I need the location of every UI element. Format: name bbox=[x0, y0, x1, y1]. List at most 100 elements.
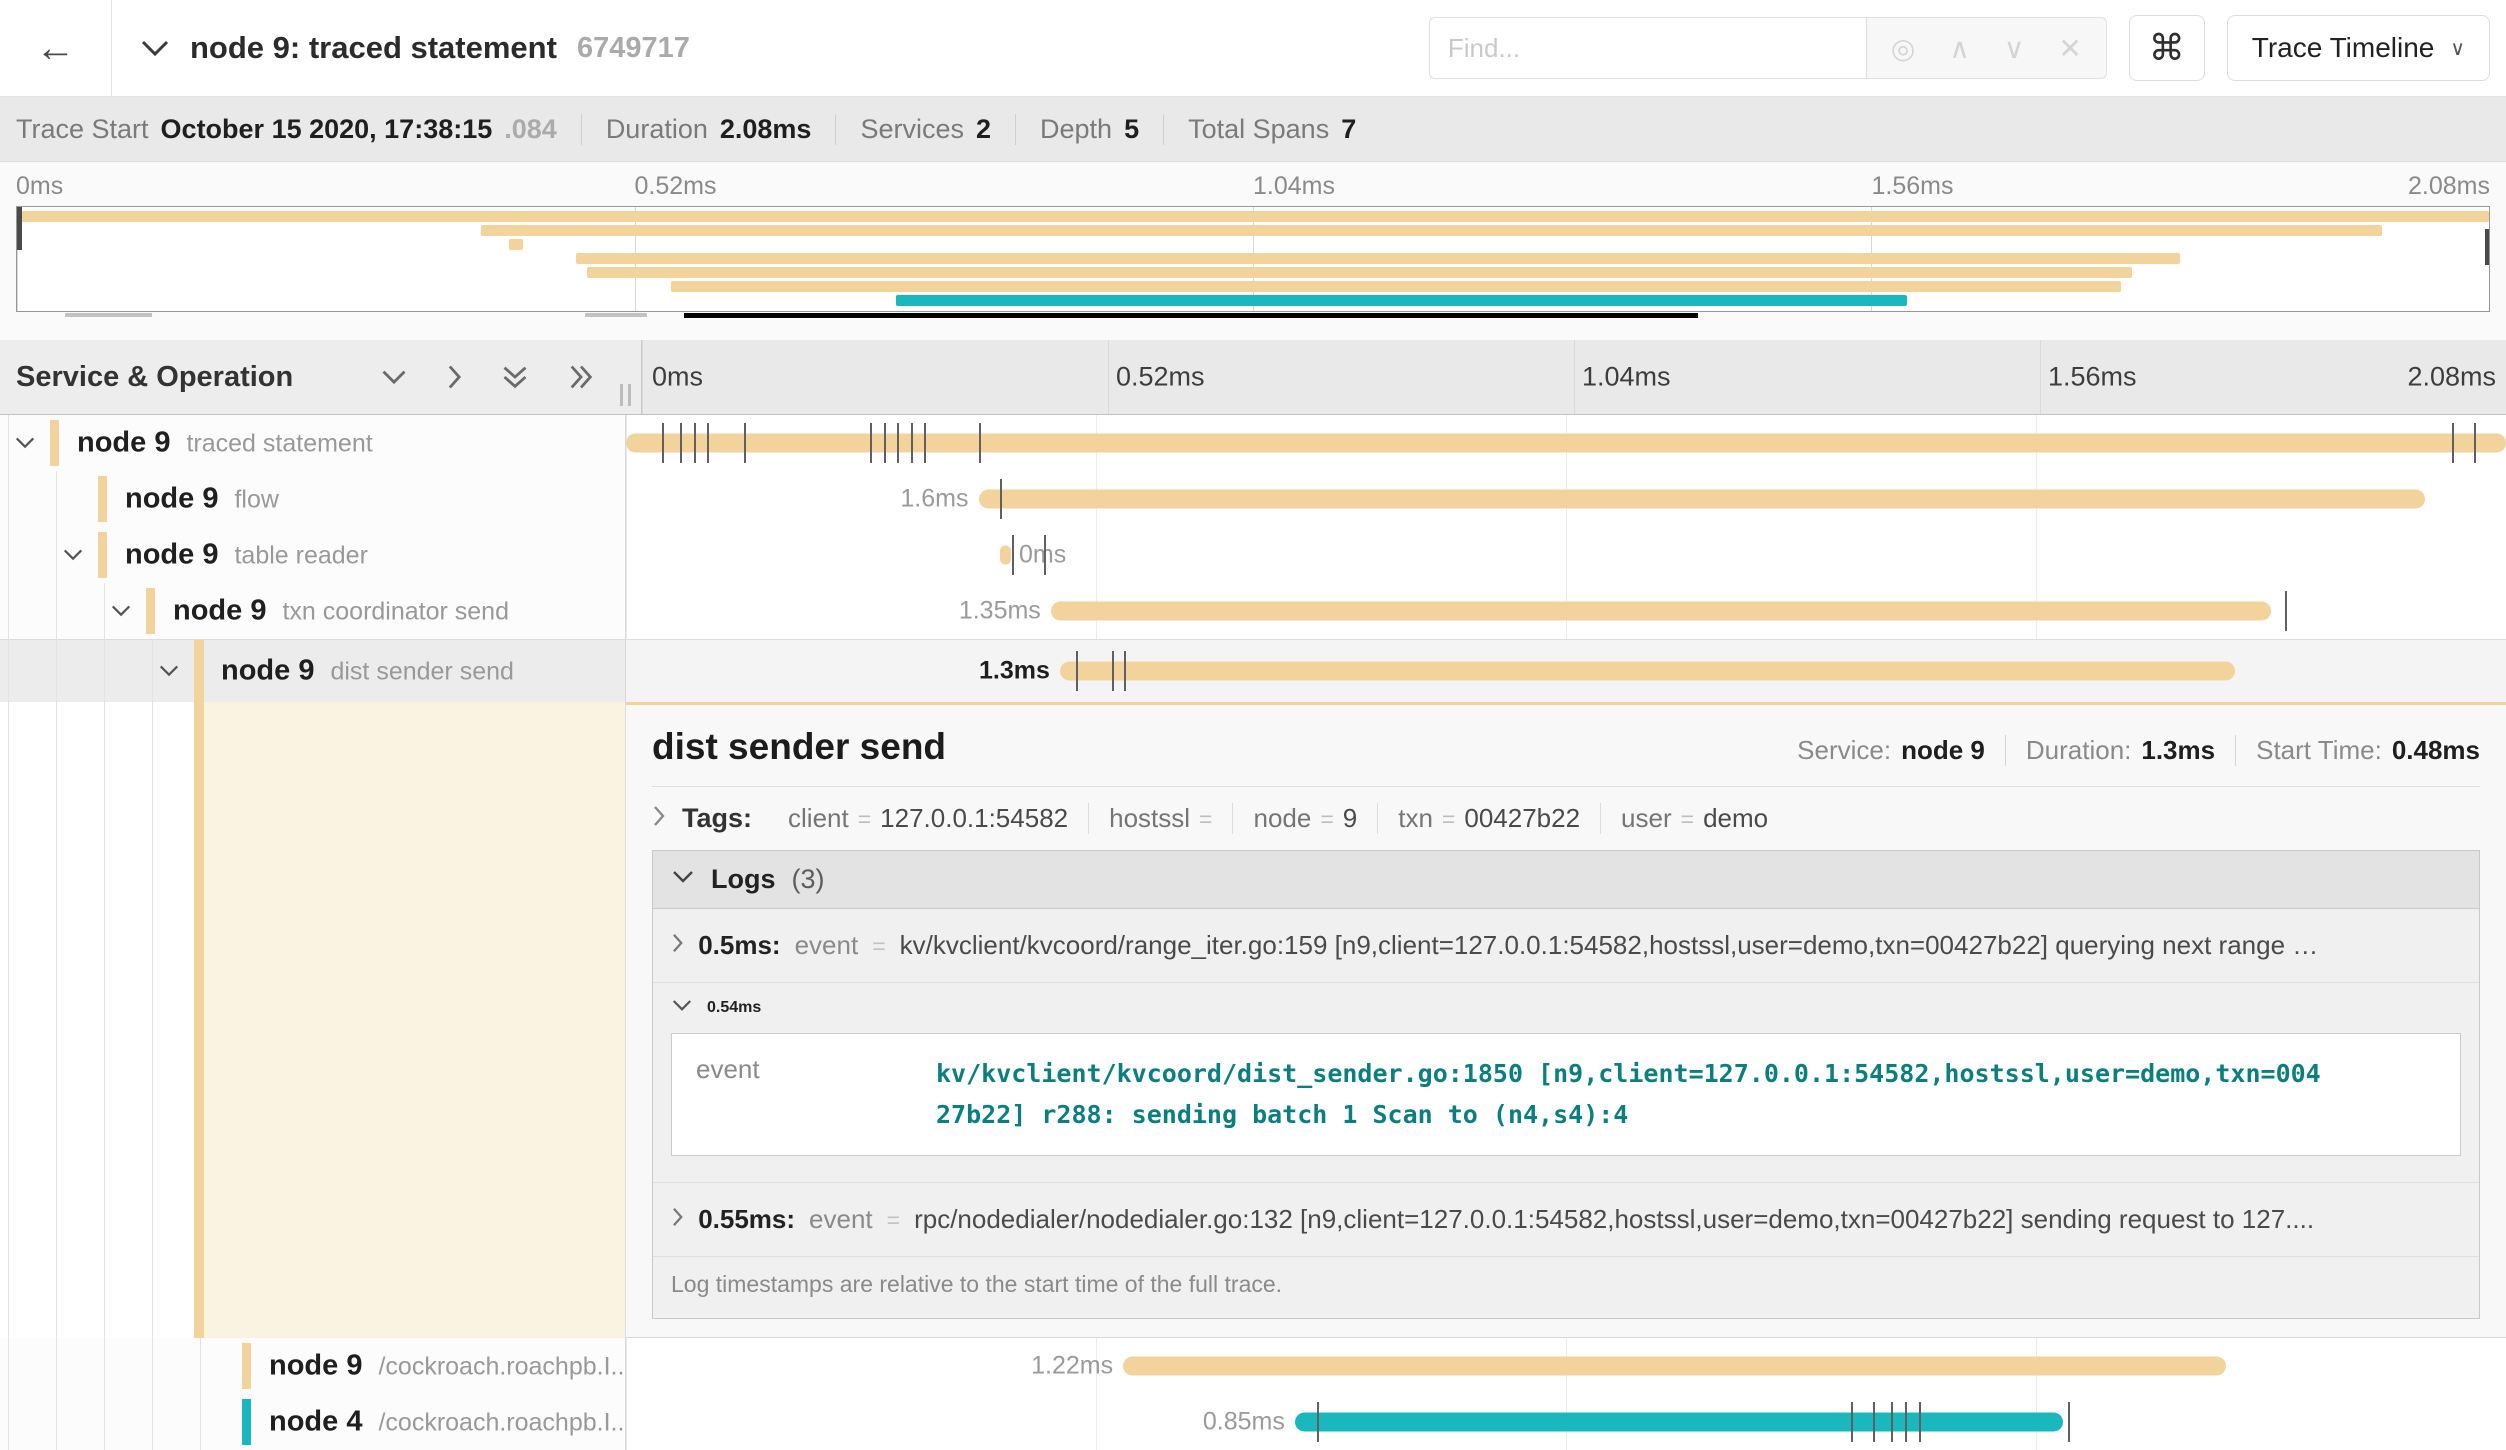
locate-icon[interactable]: ◎ bbox=[1891, 32, 1915, 65]
tag-item: hostssl= bbox=[1089, 803, 1233, 834]
summary-item: Total Spans7 bbox=[1163, 114, 1380, 145]
minimap-span-bar bbox=[896, 295, 1906, 306]
next-icon[interactable]: ∨ bbox=[2004, 32, 2025, 65]
summary-item: Services2 bbox=[835, 114, 1015, 145]
log-timestamp: 0.55ms: bbox=[698, 1204, 795, 1235]
span-row: node 9flow 1.6ms bbox=[0, 471, 2506, 527]
span-log-tick bbox=[1112, 651, 1114, 691]
log-timestamp: 0.54ms bbox=[707, 999, 761, 1017]
span-row-tree-cell[interactable]: node 9dist sender send bbox=[0, 640, 625, 702]
span-detail-row: dist sender send Service:node 9Duration:… bbox=[0, 702, 2506, 1338]
minimap-span-bar bbox=[509, 239, 523, 250]
span-duration-bar[interactable] bbox=[1000, 546, 1011, 565]
minimap-right-drag-handle[interactable] bbox=[2485, 229, 2490, 265]
tag-item: node=9 bbox=[1233, 803, 1378, 834]
prev-icon[interactable]: ∧ bbox=[1949, 32, 1970, 65]
detail-meta-item: Duration:1.3ms bbox=[2005, 735, 2235, 766]
span-color-stripe bbox=[146, 588, 155, 634]
expand-one-icon[interactable] bbox=[446, 363, 463, 391]
span-color-stripe bbox=[50, 420, 59, 466]
detail-meta-value: 0.48ms bbox=[2392, 735, 2480, 766]
span-row-label: node 9flow bbox=[125, 483, 279, 516]
span-row-tree-cell[interactable]: node 9flow bbox=[0, 471, 625, 527]
minimap-canvas[interactable] bbox=[16, 206, 2490, 312]
log-entry-expanded: 0.54mseventkv/kvclient/kvcoord/dist_send… bbox=[653, 983, 2479, 1183]
collapse-all-icon[interactable] bbox=[501, 363, 529, 391]
span-duration-bar[interactable] bbox=[1060, 662, 2235, 681]
span-log-tick bbox=[1873, 1402, 1875, 1442]
equals-sign: = bbox=[858, 806, 871, 833]
detail-meta-item: Service:node 9 bbox=[1777, 735, 2005, 766]
logs-header[interactable]: Logs (3) bbox=[653, 851, 2479, 909]
detail-meta-item: Start Time: 0.48ms bbox=[2235, 735, 2480, 766]
chevron-down-icon[interactable] bbox=[158, 664, 180, 677]
chevron-down-icon[interactable] bbox=[62, 548, 84, 561]
span-row: node 4/cockroach.roachpb.I...0.85ms bbox=[0, 1394, 2506, 1450]
chevron-down-icon bbox=[671, 870, 695, 889]
chevron-down-icon bbox=[671, 999, 693, 1017]
page-title: node 9: traced statement bbox=[190, 30, 557, 66]
trace-view-selector[interactable]: Trace Timeline ∨ bbox=[2227, 15, 2490, 81]
span-row-timeline-cell[interactable]: 1.35ms bbox=[625, 583, 2506, 639]
span-row-label: node 9/cockroach.roachpb.I... bbox=[269, 1350, 625, 1383]
indent-guide bbox=[56, 583, 57, 639]
tags-row[interactable]: Tags: client=127.0.0.1:54582hostssl=node… bbox=[652, 787, 2480, 846]
span-log-tick bbox=[924, 423, 926, 463]
span-row-tree-cell[interactable]: node 9txn coordinator send bbox=[0, 583, 625, 639]
log-entry-collapsed[interactable]: 0.55ms:event=rpc/nodedialer/nodedialer.g… bbox=[653, 1183, 2479, 1257]
find-input[interactable] bbox=[1429, 17, 1866, 79]
span-row-timeline-cell[interactable]: 1.22ms bbox=[625, 1338, 2506, 1394]
span-row-timeline-cell[interactable]: 1.6ms bbox=[625, 471, 2506, 527]
span-duration-bar[interactable] bbox=[626, 434, 2506, 453]
keyboard-shortcuts-button[interactable]: ⌘ bbox=[2129, 15, 2205, 81]
span-log-tick bbox=[680, 423, 682, 463]
span-duration-bar[interactable] bbox=[1295, 1413, 2063, 1432]
span-row-timeline-cell[interactable]: 0ms bbox=[625, 527, 2506, 583]
indent-guide bbox=[104, 702, 105, 1338]
log-entry-header[interactable]: 0.54ms bbox=[671, 999, 2461, 1017]
detail-meta-value: node 9 bbox=[1901, 735, 1985, 766]
span-row-tree-cell[interactable]: node 9/cockroach.roachpb.I... bbox=[0, 1338, 625, 1394]
tags-list: client=127.0.0.1:54582hostssl=node=9txn=… bbox=[768, 803, 1788, 834]
chevron-down-icon[interactable] bbox=[110, 604, 132, 617]
span-row-timeline-cell[interactable]: 1.3ms bbox=[625, 640, 2506, 702]
chevron-down-icon[interactable] bbox=[14, 436, 36, 449]
span-row-tree-cell[interactable]: node 9traced statement bbox=[0, 415, 625, 471]
span-log-tick bbox=[1044, 535, 1046, 575]
collapse-one-icon[interactable] bbox=[380, 369, 408, 386]
span-row-timeline-cell[interactable] bbox=[625, 415, 2506, 471]
span-log-tick bbox=[662, 423, 664, 463]
span-log-tick bbox=[707, 423, 709, 463]
minimap-scrollbar[interactable] bbox=[684, 313, 1698, 318]
trace-title-group[interactable]: node 9: traced statement 6749717 bbox=[140, 30, 690, 66]
span-duration-bar[interactable] bbox=[979, 490, 2425, 509]
indent-guide bbox=[200, 1338, 201, 1394]
indent-guide bbox=[152, 1338, 153, 1394]
span-operation-name: traced statement bbox=[186, 430, 372, 458]
span-row-tree-cell[interactable]: node 4/cockroach.roachpb.I... bbox=[0, 1394, 625, 1450]
indent-guide bbox=[56, 640, 57, 702]
span-duration-label: 0ms bbox=[1019, 541, 1066, 570]
log-field-value: kv/kvclient/kvcoord/range_iter.go:159 [n… bbox=[900, 930, 2319, 961]
back-button[interactable]: ← bbox=[0, 0, 112, 96]
detail-meta-label: Start Time: bbox=[2256, 735, 2382, 766]
column-resize-grip[interactable] bbox=[620, 384, 631, 406]
span-row: node 9dist sender send1.3ms bbox=[0, 639, 2506, 702]
span-log-tick bbox=[1905, 1402, 1907, 1442]
tag-key: node bbox=[1253, 803, 1311, 834]
span-log-tick bbox=[2068, 1402, 2070, 1442]
span-row-timeline-cell[interactable]: 0.85ms bbox=[625, 1394, 2506, 1450]
span-duration-bar[interactable] bbox=[1051, 602, 2271, 621]
log-entry-collapsed[interactable]: 0.5ms:event=kv/kvclient/kvcoord/range_it… bbox=[653, 909, 2479, 983]
span-rows-top: node 9traced statementnode 9flow1.6msnod… bbox=[0, 415, 2506, 702]
chevron-right-icon bbox=[671, 930, 684, 961]
trace-view-label: Trace Timeline bbox=[2252, 32, 2435, 64]
log-field-key: event bbox=[795, 930, 859, 961]
clear-icon[interactable]: ✕ bbox=[2058, 32, 2081, 65]
span-log-tick bbox=[1124, 651, 1126, 691]
minimap-span-bar bbox=[481, 225, 2383, 236]
span-duration-bar[interactable] bbox=[1123, 1357, 2226, 1376]
minimap-left-drag-handle[interactable] bbox=[16, 206, 22, 250]
span-row-tree-cell[interactable]: node 9table reader bbox=[0, 527, 625, 583]
expand-all-icon[interactable] bbox=[567, 363, 595, 391]
